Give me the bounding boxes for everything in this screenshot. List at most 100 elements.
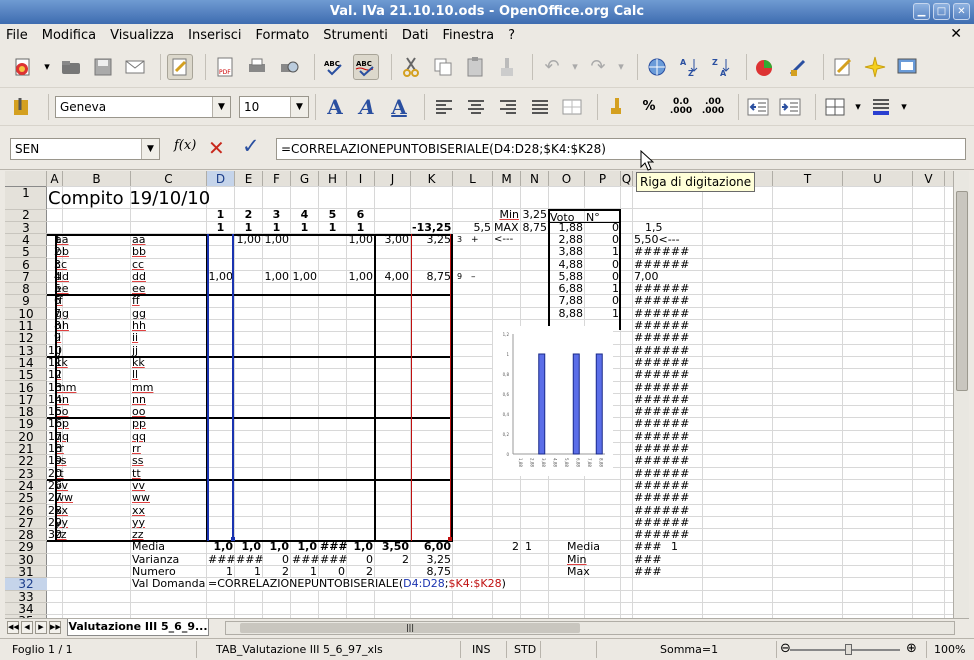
insert-mode[interactable]: INS xyxy=(472,643,490,656)
minimize-button[interactable]: ▁ xyxy=(913,3,930,20)
gallery-icon[interactable] xyxy=(894,54,920,80)
hscroll-thumb[interactable]: ||| xyxy=(240,623,580,633)
horizontal-scrollbar[interactable]: ||| xyxy=(225,621,955,635)
voto-value[interactable]: 4,88 xyxy=(550,258,584,271)
student-code[interactable]: ll xyxy=(55,369,120,381)
question-number[interactable]: 5 xyxy=(320,209,345,221)
menu-inserisci[interactable]: Inserisci xyxy=(188,28,241,43)
cell-h29[interactable]: ### xyxy=(320,541,348,553)
menu-dati[interactable]: Dati xyxy=(402,28,429,43)
styles-formatting-icon[interactable] xyxy=(10,94,36,120)
row-header-16[interactable]: 16 xyxy=(5,381,47,394)
open-folder-icon[interactable] xyxy=(58,54,84,80)
zoom-level[interactable]: 100% xyxy=(934,643,965,656)
cell-r-hash[interactable]: ###### xyxy=(634,381,701,394)
n-count[interactable]: 1 xyxy=(586,307,619,320)
row-header-9[interactable]: 9 xyxy=(5,295,47,308)
cell-j29[interactable]: 3,50 xyxy=(376,541,409,553)
selection-mode[interactable]: STD xyxy=(514,643,536,656)
media-label[interactable]: Media xyxy=(132,541,205,553)
sort-descending-icon[interactable]: ZA xyxy=(708,54,734,80)
next-sheet-icon[interactable]: ▶ xyxy=(35,621,47,634)
student-code[interactable]: hh xyxy=(55,319,120,332)
borders-dropdown-icon[interactable]: ▾ xyxy=(854,94,862,120)
remove-decimal-icon[interactable]: .00.000 xyxy=(700,94,726,120)
italic-icon[interactable]: A xyxy=(354,94,380,120)
column-header-u[interactable]: U xyxy=(843,171,913,187)
align-right-icon[interactable] xyxy=(495,94,521,120)
font-size-combo[interactable]: 10 ▼ xyxy=(239,95,309,118)
row-header-1[interactable]: 1 xyxy=(5,187,47,210)
column-header-j[interactable]: J xyxy=(375,171,411,187)
student-code[interactable]: ff xyxy=(55,295,120,307)
align-center-icon[interactable] xyxy=(463,94,489,120)
accept-check-icon[interactable]: ✓ xyxy=(242,134,260,158)
student-name[interactable]: ll xyxy=(132,369,205,381)
question-number[interactable]: 6 xyxy=(348,209,373,221)
row-header-25[interactable]: 25 xyxy=(5,492,47,505)
column-header-b[interactable]: B xyxy=(63,171,131,187)
row-header-15[interactable]: 15 xyxy=(5,369,47,382)
chart-bar[interactable] xyxy=(538,353,546,455)
formula-input[interactable]: =CORRELAZIONEPUNTOBISERIALE(D4:D28;$K4:$… xyxy=(276,138,966,160)
first-sheet-icon[interactable]: ◀◀ xyxy=(7,621,19,634)
close-window-button[interactable]: ✕ xyxy=(953,3,970,20)
format-paintbrush-icon[interactable] xyxy=(494,54,520,80)
email-icon[interactable] xyxy=(122,54,148,80)
spreadsheet-grid[interactable]: ABCDEFGHIJKLMNOPQRSTUVWXY 12345678910111… xyxy=(5,171,953,618)
chart-bar[interactable] xyxy=(595,353,603,455)
select-all-corner[interactable] xyxy=(5,171,47,187)
row-header-26[interactable]: 26 xyxy=(5,504,47,517)
row-header-22[interactable]: 22 xyxy=(5,455,47,468)
cell-g7[interactable]: 1,00 xyxy=(292,270,318,283)
borders-icon[interactable] xyxy=(822,94,848,120)
cell-r-hash[interactable]: ###### xyxy=(634,369,701,381)
question-number[interactable]: 3 xyxy=(264,209,289,221)
percent-format-icon[interactable]: % xyxy=(636,94,662,120)
val-domanda-label[interactable]: Val Domanda xyxy=(132,578,205,590)
sort-ascending-icon[interactable]: AZ xyxy=(676,54,702,80)
n-count[interactable]: 0 xyxy=(586,295,619,307)
student-name[interactable]: qq xyxy=(132,430,205,443)
menu-help[interactable]: ? xyxy=(508,28,515,43)
cell-l7-symbol[interactable]: – xyxy=(471,271,508,283)
add-decimal-icon[interactable]: 0.0.000 xyxy=(668,94,694,120)
menu-visualizza[interactable]: Visualizza xyxy=(110,28,174,43)
question-weight[interactable]: 1 xyxy=(292,221,317,234)
column-header-g[interactable]: G xyxy=(291,171,319,187)
page-style[interactable]: TAB_Valutazione III 5_6_97_xls xyxy=(216,643,383,656)
paste-icon[interactable] xyxy=(462,54,488,80)
redo-dropdown-icon[interactable]: ▾ xyxy=(617,54,625,80)
student-code[interactable]: mm xyxy=(55,381,120,394)
column-header-t[interactable]: T xyxy=(773,171,843,187)
column-header-q[interactable]: Q xyxy=(621,171,633,187)
last-sheet-icon[interactable]: ▶▶ xyxy=(49,621,61,634)
student-name[interactable]: hh xyxy=(132,319,205,332)
student-name[interactable]: xx xyxy=(132,504,205,517)
save-icon[interactable] xyxy=(90,54,116,80)
vertical-scrollbar[interactable] xyxy=(953,171,969,618)
student-name[interactable]: ii xyxy=(132,332,205,344)
print-preview-icon[interactable] xyxy=(276,54,302,80)
n-count[interactable]: 0 xyxy=(586,258,619,271)
menu-modifica[interactable]: Modifica xyxy=(42,28,96,43)
zoom-knob[interactable] xyxy=(845,644,852,655)
column-header-a[interactable]: A xyxy=(47,171,63,187)
cell-d29[interactable]: 1,0 xyxy=(208,541,234,553)
cell-k29[interactable]: 6,00 xyxy=(412,541,451,553)
font-name-combo[interactable]: Geneva ▼ xyxy=(55,95,231,118)
function-wizard-icon[interactable]: f(x) xyxy=(174,138,196,153)
student-code[interactable]: xx xyxy=(55,504,120,517)
cell-r-hash[interactable]: ###### xyxy=(634,246,701,258)
chevron-down-icon[interactable]: ▼ xyxy=(290,96,308,117)
student-code[interactable]: ss xyxy=(55,455,120,467)
question-number[interactable]: 1 xyxy=(208,209,233,221)
status-sum[interactable]: Somma=1 xyxy=(660,643,718,656)
row-header-19[interactable]: 19 xyxy=(5,418,47,431)
menu-file[interactable]: File xyxy=(6,28,28,43)
cell-j30[interactable]: 2 xyxy=(376,553,409,566)
cell-r-hash[interactable]: ###### xyxy=(634,492,701,504)
column-header-d[interactable]: D xyxy=(207,171,235,187)
row-header-29[interactable]: 29 xyxy=(5,541,47,554)
increase-indent-icon[interactable] xyxy=(777,94,803,120)
